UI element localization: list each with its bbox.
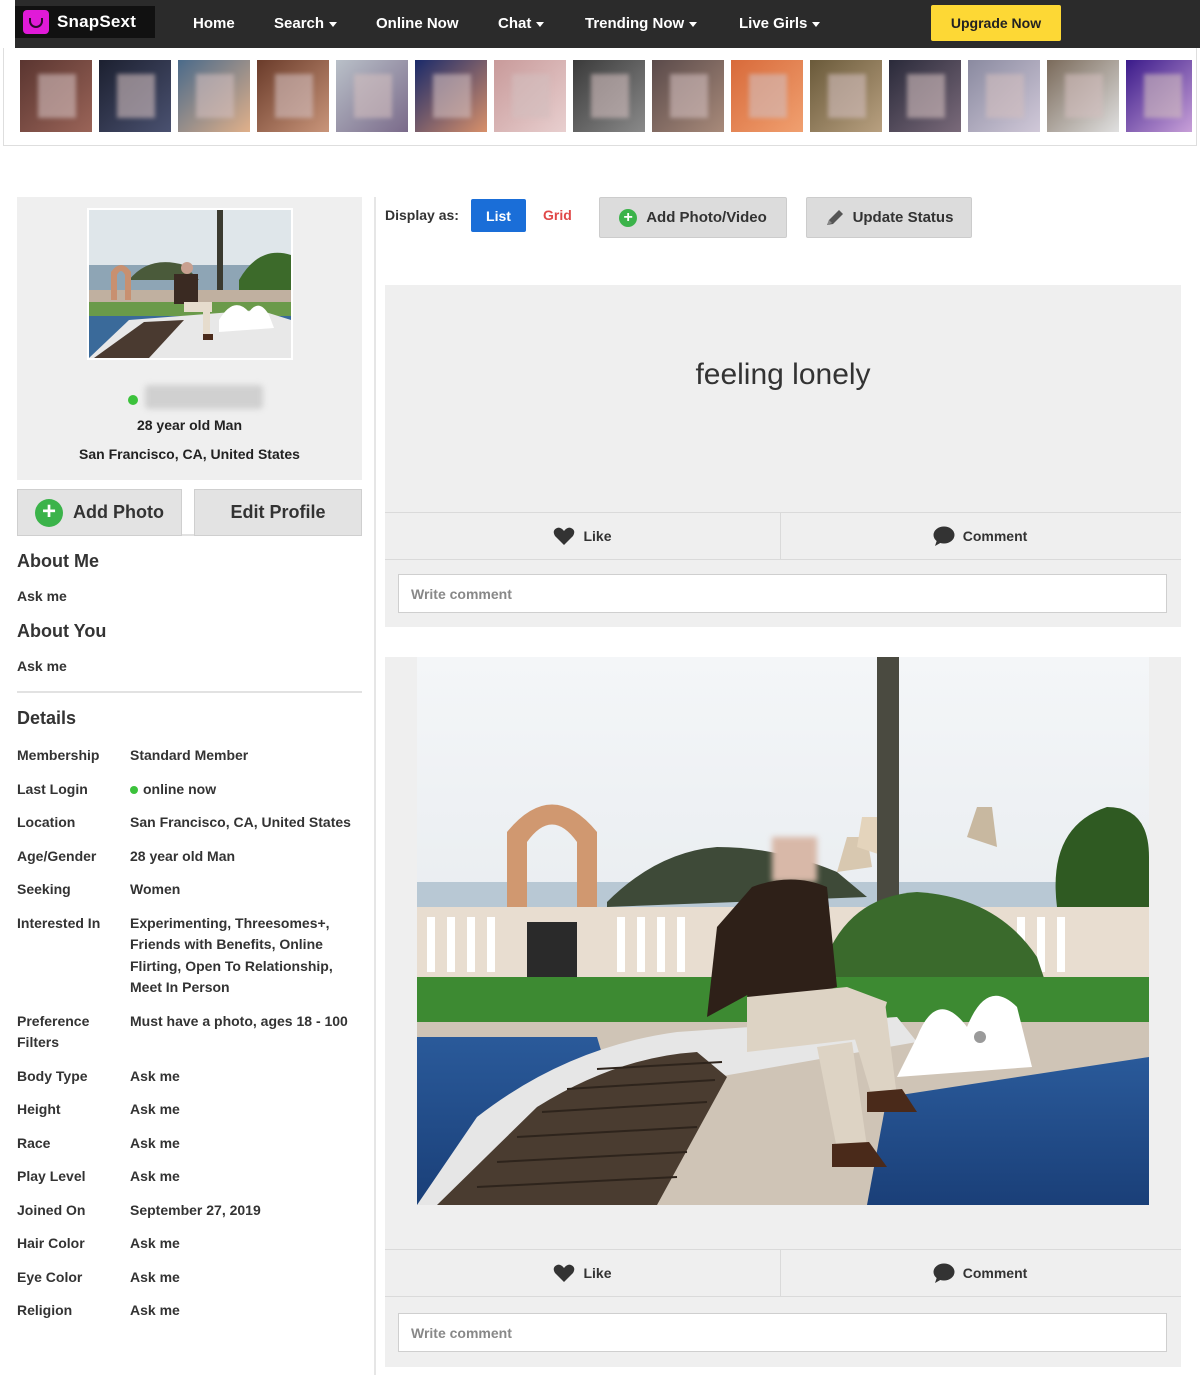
detail-row-seeking: Seeking Women [17,881,181,897]
profile-action-buttons: + Add Photo Edit Profile [17,480,362,550]
edit-profile-button[interactable]: Edit Profile [194,489,362,536]
about-you-title: About You [17,621,107,641]
member-thumbnail[interactable] [889,60,961,132]
update-status-button[interactable]: Update Status [806,197,972,238]
online-dot-icon [130,785,138,794]
detail-row-race: Race Ask me [17,1134,180,1151]
member-thumbnail[interactable] [1126,60,1192,132]
comment-button[interactable]: Comment [782,1250,1178,1296]
member-thumbnail[interactable] [573,60,645,132]
like-button[interactable]: Like [385,1250,781,1296]
display-as-label: Display as: [385,207,459,223]
status-text: feeling lonely [695,358,871,391]
speech-bubble-icon [933,526,955,546]
about-you-text: Ask me [17,658,67,674]
member-thumbnail[interactable] [257,60,329,132]
about-me-text: Ask me [17,588,67,604]
profile-photo[interactable] [87,208,293,360]
plus-circle-icon: + [619,208,638,227]
profile-sidebar: 28 year old Man San Francisco, CA, Unite… [17,197,362,1322]
nav-live-girls[interactable]: Live Girls [739,15,821,32]
member-thumbnail[interactable] [178,60,250,132]
details-section: Details Membership Standard Member Last L… [17,708,362,1322]
column-divider [374,197,376,1375]
detail-row-last-login: Last Login online now [17,780,217,797]
member-thumbnail-strip [3,48,1197,146]
heart-icon [554,527,575,545]
detail-row-religion: Religion Ask me [17,1302,180,1318]
nav-trending-now[interactable]: Trending Now [585,15,698,32]
brand-name: SnapSext [57,12,137,31]
detail-row-height: Height Ask me [17,1101,180,1117]
update-status-label: Update Status [852,209,954,226]
detail-row-body-type: Body Type Ask me [17,1067,180,1084]
member-thumbnail[interactable] [99,60,171,132]
brand-logo[interactable]: SnapSext [15,6,155,38]
details-title: Details [17,708,77,728]
post-actions: Like Comment [385,1249,1181,1297]
caret-down-icon [812,21,821,27]
details-table: Membership Standard Member Last Login onli… [17,745,362,1322]
caret-down-icon [536,21,545,27]
online-status-dot [128,395,138,405]
profile-age-gender: 28 year old Man [136,417,243,433]
snapsext-logo-icon [23,10,49,34]
detail-row-eye-color: Eye Color Ask me [17,1268,180,1285]
write-comment-input[interactable] [398,1313,1167,1352]
post-photo[interactable] [417,657,1149,1205]
upgrade-now-button[interactable]: Upgrade Now [931,5,1061,41]
nav-home[interactable]: Home [193,15,235,32]
plus-circle-icon: + [35,498,63,527]
detail-row-play-level: Play Level Ask me [17,1168,180,1184]
status-post: feeling lonely Like Comment [385,285,1181,627]
like-button[interactable]: Like [385,513,781,559]
write-comment-input[interactable] [398,574,1167,613]
member-thumbnail[interactable] [968,60,1040,132]
member-thumbnail[interactable] [336,60,408,132]
member-thumbnail[interactable] [810,60,882,132]
profile-card: 28 year old Man San Francisco, CA, Unite… [17,197,362,480]
detail-row-membership: Membership Standard Member [17,747,249,763]
about-me-section: About Me Ask me [17,551,362,604]
profile-photo-image [89,210,291,358]
profile-location: San Francisco, CA, United States [79,446,300,462]
post-actions: Like Comment [385,512,1181,560]
display-list-button[interactable]: List [471,199,526,232]
about-me-title: About Me [17,551,99,571]
member-thumbnail[interactable] [494,60,566,132]
member-thumbnail[interactable] [20,60,92,132]
comment-button[interactable]: Comment [782,513,1178,559]
feed-toolbar: Display as: List Grid + Add Photo/Video … [385,197,1185,238]
member-thumbnail[interactable] [731,60,803,132]
detail-row-interested-in: Interested In Experimenting, Threesomes+,… [17,914,333,996]
caret-down-icon [689,21,698,27]
add-photo-video-label: Add Photo/Video [646,209,767,226]
top-navbar: SnapSext Home Search Online Now Chat Tre… [15,0,1200,48]
heart-icon [554,1264,575,1282]
pencil-icon [826,209,843,225]
member-thumbnail[interactable] [652,60,724,132]
member-thumbnail[interactable] [415,60,487,132]
member-thumbnail[interactable] [1047,60,1119,132]
nav-search[interactable]: Search [274,15,338,32]
detail-row-hair-color: Hair Color Ask me [17,1235,180,1251]
detail-row-joined-on: Joined On September 27, 2019 [17,1201,261,1218]
post-photo-image [417,657,1149,1205]
divider [17,691,362,693]
detail-row-location: Location San Francisco, CA, United States [17,814,351,830]
add-photo-video-button[interactable]: + Add Photo/Video [599,197,787,238]
speech-bubble-icon [933,1263,955,1283]
username-blurred [145,385,263,409]
caret-down-icon [329,21,338,27]
nav-online-now[interactable]: Online Now [376,15,459,32]
detail-row-age-gender: Age/Gender 28 year old Man [17,847,236,864]
display-grid-button[interactable]: Grid [543,207,572,223]
about-you-section: About You Ask me [17,621,362,674]
photo-post: Like Comment [385,657,1181,1367]
nav-chat[interactable]: Chat [498,15,545,32]
add-photo-button[interactable]: + Add Photo [17,489,182,536]
detail-row-preference-filters: Preference Filters Must have a photo, age… [17,1012,348,1051]
add-photo-label: Add Photo [73,502,164,522]
